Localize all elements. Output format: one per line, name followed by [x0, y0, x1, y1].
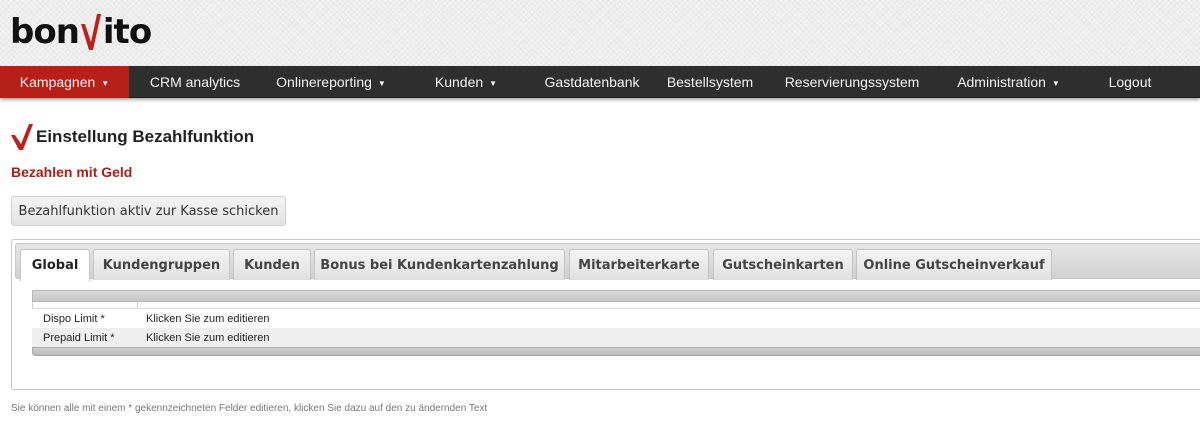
nav-label: Administration: [957, 74, 1046, 90]
send-to-register-button[interactable]: Bezahlfunktion aktiv zur Kasse schicken: [11, 196, 286, 226]
nav-label: Kunden: [434, 74, 484, 90]
tab-online-gutscheinverkauf[interactable]: Online Gutscheinverkauf: [856, 249, 1052, 280]
checkmark-icon: [11, 124, 33, 150]
nav-item-gastdatenbank[interactable]: Gastdatenbank: [531, 66, 653, 98]
nav-item-administration[interactable]: Administration ▼: [937, 66, 1080, 98]
caret-down-icon: ▼: [101, 78, 110, 88]
nav-item-reservierungssystem[interactable]: Reservierungssystem: [767, 66, 937, 98]
nav-label: Kampagnen: [19, 74, 96, 90]
tab-mitarbeiterkarte[interactable]: Mitarbeiterkarte: [569, 249, 709, 280]
nav-label: Reservierungssystem: [784, 74, 920, 90]
tab-gutscheinkarten[interactable]: Gutscheinkarten: [713, 249, 853, 280]
logo-text-start: bon: [10, 12, 80, 52]
header: bon ito: [0, 0, 1200, 66]
tab-global[interactable]: Global: [20, 249, 90, 281]
table-row: Prepaid Limit * Klicken Sie zum editiere…: [32, 328, 1200, 347]
logo-text-end: ito: [102, 12, 152, 52]
row-label: Dispo Limit *: [43, 312, 105, 325]
help-footnote: Sie können alle mit einem * gekennzeichn…: [11, 403, 488, 414]
nav-label: Onlinereporting: [276, 74, 372, 90]
nav-label: CRM analytics: [149, 74, 241, 90]
nav-item-onlinereporting[interactable]: Onlinereporting ▼: [261, 66, 401, 98]
settings-grid: Dispo Limit * Klicken Sie zum editieren …: [32, 290, 1200, 356]
logo-checkmark-icon: [80, 14, 101, 50]
caret-down-icon: ▼: [1051, 78, 1060, 88]
grid-column-header: [32, 302, 1200, 309]
editable-value[interactable]: Klicken Sie zum editieren: [137, 332, 270, 344]
nav-item-bestellsystem[interactable]: Bestellsystem: [653, 66, 767, 98]
nav-item-kampagnen[interactable]: Kampagnen ▼: [0, 66, 129, 98]
tab-kundengruppen[interactable]: Kundengruppen: [93, 249, 230, 280]
caret-down-icon: ▼: [377, 78, 386, 88]
table-row: Dispo Limit * Klicken Sie zum editieren: [32, 309, 1200, 328]
nav-item-logout[interactable]: Logout: [1080, 66, 1180, 98]
tab-kunden[interactable]: Kunden: [233, 249, 311, 280]
grid-footer: [32, 347, 1200, 356]
editable-value[interactable]: Klicken Sie zum editieren: [137, 313, 270, 325]
tab-bar: Global Kundengruppen Kunden Bonus bei Ku…: [15, 243, 1200, 281]
nav-label: Gastdatenbank: [544, 74, 640, 90]
nav-label: Bestellsystem: [666, 74, 754, 90]
page-title: Einstellung Bezahlfunktion: [36, 127, 255, 146]
tab-bonus-kundenkartenzahlung[interactable]: Bonus bei Kundenkartenzahlung: [314, 249, 565, 280]
bonvito-logo[interactable]: bon ito: [10, 8, 152, 56]
nav-item-kunden[interactable]: Kunden ▼: [401, 66, 531, 98]
grid-header: [32, 290, 1200, 302]
tab-panel: Global Kundengruppen Kunden Bonus bei Ku…: [11, 239, 1200, 390]
main-navigation: Kampagnen ▼ CRM analytics Onlinereportin…: [0, 66, 1200, 98]
nav-item-crm-analytics[interactable]: CRM analytics: [129, 66, 261, 98]
page-title-row: Einstellung Bezahlfunktion: [10, 122, 254, 152]
caret-down-icon: ▼: [489, 78, 498, 88]
row-label: Prepaid Limit *: [43, 331, 115, 344]
nav-label: Logout: [1108, 74, 1152, 90]
section-subtitle: Bezahlen mit Geld: [11, 164, 133, 180]
